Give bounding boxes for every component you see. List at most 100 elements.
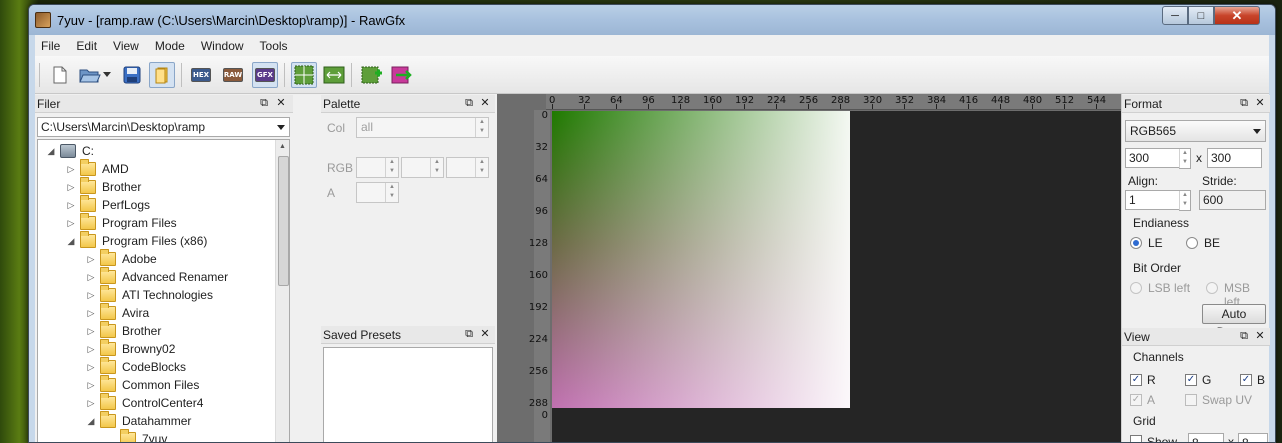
spin-arrows-icon[interactable]: ▲ ▼ <box>1179 191 1190 210</box>
collapsed-arrow-icon[interactable]: ▷ <box>86 250 96 268</box>
collapsed-arrow-icon[interactable]: ▷ <box>86 340 96 358</box>
alpha-spinbox[interactable]: ▲ ▼ <box>356 182 399 203</box>
hex-mode-button[interactable]: HEX <box>188 62 214 88</box>
new-file-button[interactable] <box>47 62 73 88</box>
width-field[interactable]: 300 <box>1125 148 1180 168</box>
spin-arrows-icon[interactable]: ▲ ▼ <box>1179 149 1190 168</box>
open-folder-button[interactable] <box>77 62 103 88</box>
menu-view[interactable]: View <box>107 39 145 53</box>
ramp-image[interactable] <box>552 111 850 408</box>
g-checkbox[interactable]: ✓ <box>1185 374 1197 386</box>
tree-item[interactable]: ▷ Program Files <box>38 213 274 232</box>
maximize-button[interactable]: □ <box>1188 6 1214 25</box>
undock-icon[interactable]: ⧉ <box>1238 97 1250 109</box>
collapsed-arrow-icon[interactable]: ▷ <box>66 160 76 178</box>
save-button[interactable] <box>119 62 145 88</box>
tree-item[interactable]: ▷ Browny02 <box>38 339 274 358</box>
a-checkbox[interactable]: ✓ <box>1130 394 1142 406</box>
msb-left-radio[interactable] <box>1206 282 1218 294</box>
filer-path-combo[interactable]: C:\Users\Marcin\Desktop\ramp <box>37 117 290 137</box>
tree-item[interactable]: ▷ Brother <box>38 177 274 196</box>
expanded-arrow-icon[interactable]: ◢ <box>86 412 96 430</box>
spin-arrows-icon[interactable]: ▲ ▼ <box>385 183 398 202</box>
blue-spinbox[interactable]: ▲ ▼ <box>446 157 489 178</box>
collapsed-arrow-icon[interactable]: ▷ <box>86 304 96 322</box>
spin-arrows-icon[interactable]: ▲ ▼ <box>475 158 488 177</box>
height-field[interactable]: 300 <box>1207 148 1262 168</box>
align-field[interactable]: 1 <box>1125 190 1180 210</box>
filer-scrollbar[interactable]: ▲ <box>275 140 289 442</box>
tree-item[interactable]: ◢ Program Files (x86) <box>38 231 274 250</box>
menu-window[interactable]: Window <box>195 39 250 53</box>
tree-item[interactable]: ▷ PerfLogs <box>38 195 274 214</box>
open-dropdown-button[interactable] <box>101 62 113 88</box>
close-panel-icon[interactable]: ✕ <box>479 328 491 340</box>
spin-arrows-icon[interactable]: ▲ ▼ <box>385 158 398 177</box>
collapsed-arrow-icon[interactable]: ▷ <box>86 358 96 376</box>
tree-item[interactable]: ◢ Datahammer <box>38 411 274 430</box>
pixel-format-select[interactable]: RGB565 <box>1125 120 1266 142</box>
title-bar[interactable]: 7yuv - [ramp.raw (C:\Users\Marcin\Deskto… <box>29 5 1275 35</box>
collapsed-arrow-icon[interactable]: ▷ <box>66 178 76 196</box>
close-panel-icon[interactable]: ✕ <box>275 97 287 109</box>
red-spinbox[interactable]: ▲ ▼ <box>356 157 399 178</box>
menu-edit[interactable]: Edit <box>70 39 103 53</box>
collapsed-arrow-icon[interactable]: ▷ <box>86 394 96 412</box>
minimize-button[interactable]: ─ <box>1162 6 1188 25</box>
tree-item[interactable]: ▷ Common Files <box>38 375 274 394</box>
grid-width-field[interactable]: 8 <box>1188 433 1224 442</box>
collapsed-arrow-icon[interactable]: ▷ <box>86 286 96 304</box>
tree-item[interactable]: ▷ CodeBlocks <box>38 357 274 376</box>
swap-uv-checkbox[interactable] <box>1185 394 1197 406</box>
collapsed-arrow-icon[interactable]: ▷ <box>86 268 96 286</box>
width-spin-arrows[interactable]: ▲ ▼ <box>1179 148 1191 169</box>
menu-mode[interactable]: Mode <box>149 39 191 53</box>
close-panel-icon[interactable]: ✕ <box>1254 97 1266 109</box>
b-checkbox[interactable]: ✓ <box>1240 374 1252 386</box>
menu-file[interactable]: File <box>35 39 66 53</box>
undock-icon[interactable]: ⧉ <box>463 97 475 109</box>
collapsed-arrow-icon[interactable]: ▷ <box>66 196 76 214</box>
undock-icon[interactable]: ⧉ <box>463 328 475 340</box>
image-canvas[interactable]: 0 32 64 96 128 160 192 224 256 288 320 352 384 416 448… <box>497 94 1121 442</box>
scrollbar-thumb[interactable] <box>278 156 289 286</box>
close-button[interactable]: ✕ <box>1214 6 1260 25</box>
presets-list[interactable] <box>323 347 493 442</box>
tree-item[interactable]: ▷ Brother <box>38 321 274 340</box>
app-icon[interactable] <box>35 12 51 28</box>
spin-arrows-icon[interactable]: ▲ ▼ <box>475 118 488 137</box>
lsb-left-radio[interactable] <box>1130 282 1142 294</box>
undock-icon[interactable]: ⧉ <box>258 97 270 109</box>
align-spin-arrows[interactable]: ▲ ▼ <box>1179 190 1191 211</box>
close-panel-icon[interactable]: ✕ <box>1254 330 1266 342</box>
grid-height-field[interactable]: 8 <box>1238 433 1268 442</box>
tree-item[interactable]: ◢ C: <box>38 142 274 160</box>
raw-mode-button[interactable]: RAW <box>220 62 246 88</box>
tree-item[interactable]: 7yuv <box>38 429 274 442</box>
filer-toggle-button[interactable] <box>149 62 175 88</box>
export-button[interactable] <box>389 62 415 88</box>
grid-show-checkbox[interactable] <box>1130 435 1142 442</box>
scroll-up-icon[interactable]: ▲ <box>279 143 286 150</box>
expanded-arrow-icon[interactable]: ◢ <box>46 142 56 160</box>
tree-item[interactable]: ▷ ControlCenter4 <box>38 393 274 412</box>
fit-view-button[interactable] <box>321 62 347 88</box>
collapsed-arrow-icon[interactable]: ▷ <box>86 376 96 394</box>
collapsed-arrow-icon[interactable]: ▷ <box>86 322 96 340</box>
tree-item[interactable]: ▷ Adobe <box>38 249 274 268</box>
tree-item[interactable]: ▷ Avira <box>38 303 274 322</box>
undock-icon[interactable]: ⧉ <box>1238 330 1250 342</box>
add-preset-button[interactable] <box>359 62 385 88</box>
gfx-mode-button[interactable]: GFX <box>252 62 278 88</box>
r-checkbox[interactable]: ✓ <box>1130 374 1142 386</box>
spin-arrows-icon[interactable]: ▲ ▼ <box>430 158 443 177</box>
tree-item[interactable]: ▷ ATI Technologies <box>38 285 274 304</box>
green-spinbox[interactable]: ▲ ▼ <box>401 157 444 178</box>
le-radio[interactable] <box>1130 237 1142 249</box>
grid-view-button[interactable] <box>291 62 317 88</box>
collapsed-arrow-icon[interactable]: ▷ <box>66 214 76 232</box>
be-radio[interactable] <box>1186 237 1198 249</box>
tree-item[interactable]: ▷ Advanced Renamer <box>38 267 274 286</box>
close-panel-icon[interactable]: ✕ <box>479 97 491 109</box>
expanded-arrow-icon[interactable]: ◢ <box>66 232 76 250</box>
